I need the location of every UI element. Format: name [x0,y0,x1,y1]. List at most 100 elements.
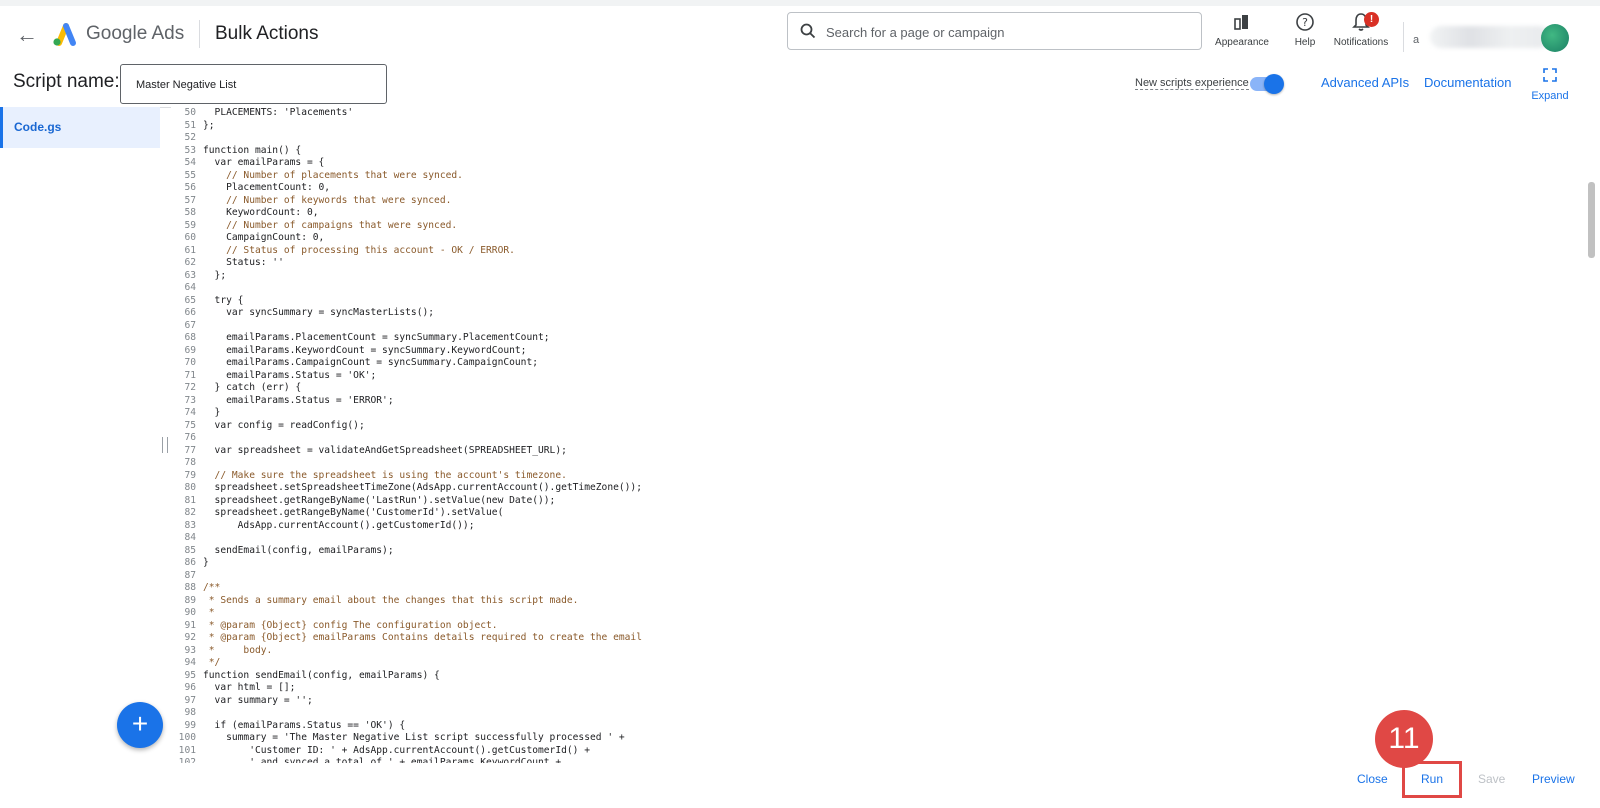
code-line: 71 emailParams.Status = 'OK'; [171,370,642,383]
line-number: 64 [184,282,196,293]
expand-button[interactable]: Expand [1524,68,1576,102]
line-text: emailParams.CampaignCount = syncSummary.… [203,357,539,368]
line-text: emailParams.Status = 'OK'; [203,369,377,381]
line-text: function main() { [203,144,302,156]
line-number: 61 [184,244,196,256]
appearance-button[interactable]: Appearance [1207,10,1277,48]
code-line: 78 [171,457,642,470]
expand-label: Expand [1531,90,1569,102]
save-button[interactable]: Save [1478,772,1505,786]
line-number: 82 [184,507,196,518]
line-text: if (emailParams.Status == 'OK') { [203,719,406,731]
editor-scrollbar[interactable] [1585,107,1600,763]
code-line: 95 function sendEmail(config, emailParams… [171,670,642,683]
new-scripts-experience-toggle[interactable] [1250,74,1284,94]
redacted-account-info [1430,26,1550,48]
line-number: 96 [184,682,196,693]
line-number: 70 [184,357,196,368]
code-lines: 50 PLACEMENTS: 'Placements' 51}; 52 53 funct… [171,107,642,763]
account-divider [1403,22,1404,52]
line-number: 89 [184,594,196,606]
line-text: 'Customer ID: ' + AdsApp.currentAccount(… [203,744,590,756]
code-line: 80 spreadsheet.setSpreadsheetTimeZone(Ad… [171,482,642,495]
line-number: 94 [184,657,196,668]
line-text: }; [203,119,215,131]
line-text: var emailParams = { [203,157,325,168]
script-name-field[interactable] [120,64,387,104]
google-ads-logo [53,23,76,46]
line-text: try { [203,294,244,306]
panel-resize-handle[interactable] [162,437,168,453]
file-tab-code-gs[interactable]: Code.gs [0,107,160,148]
scrollbar-thumb[interactable] [1588,182,1595,258]
line-text: sendEmail(config, emailParams); [203,544,394,556]
line-text: var html = []; [203,682,296,693]
file-tab-label: Code.gs [14,120,62,134]
code-line: 66 var syncSummary = syncMasterLists(); [171,307,642,320]
documentation-link[interactable]: Documentation [1424,75,1511,90]
code-line: 94 */ [171,657,642,670]
code-line: 88 /** [171,582,642,595]
line-number: 65 [184,294,196,306]
script-name-input[interactable] [134,75,378,95]
back-arrow-icon[interactable]: ← [14,22,40,48]
line-text: emailParams.PlacementCount = syncSummary… [203,332,550,343]
appearance-label: Appearance [1215,37,1269,48]
line-number: 95 [184,669,196,681]
notifications-button[interactable]: ! Notifications [1328,10,1394,48]
line-text: PlacementCount: 0, [203,182,331,193]
code-line: 67 [171,320,642,333]
line-number: 63 [184,269,196,281]
line-text: spreadsheet.setSpreadsheetTimeZone(AdsAp… [203,482,642,493]
line-number: 88 [184,582,196,593]
line-number: 100 [178,732,196,743]
line-number: 53 [184,144,196,156]
line-text: } [203,407,221,418]
code-line: 70 emailParams.CampaignCount = syncSumma… [171,357,642,370]
code-line: 91 * @param {Object} config The configur… [171,620,642,633]
code-line: 89 * Sends a summary email about the cha… [171,595,642,608]
help-icon: ? [1296,13,1314,31]
add-file-button[interactable]: + [117,702,163,748]
code-line: 64 [171,282,642,295]
line-number: 76 [184,432,196,443]
help-button[interactable]: ? Help [1285,10,1325,48]
line-text: * @param {Object} emailParams Contains d… [203,632,642,643]
line-number: 51 [184,119,196,131]
app-header: ← Google Ads Bulk Actions Appearance ? [0,6,1600,63]
code-line: 53 function main() { [171,145,642,158]
advanced-apis-link[interactable]: Advanced APIs [1321,75,1409,90]
search-input[interactable] [824,19,1198,45]
code-line: 74 } [171,407,642,420]
line-text: var config = readConfig(); [203,419,365,431]
line-text: var summary = ''; [203,694,313,706]
line-text: var syncSummary = syncMasterLists(); [203,307,435,318]
code-line: 76 [171,432,642,445]
line-number: 57 [184,194,196,206]
close-button[interactable]: Close [1357,772,1388,786]
notifications-label: Notifications [1333,37,1389,48]
line-text: emailParams.KeywordCount = syncSummary.K… [203,344,527,356]
line-text: }; [203,269,227,281]
appearance-icon [1234,15,1248,30]
preview-button[interactable]: Preview [1532,772,1575,786]
line-number: 84 [184,532,196,543]
search-box[interactable] [787,12,1202,50]
code-line: 98 [171,707,642,720]
code-line: 86} [171,557,642,570]
account-name[interactable]: a [1413,34,1419,46]
line-number: 81 [184,494,196,506]
code-editor[interactable]: 50 PLACEMENTS: 'Placements' 51}; 52 53 funct… [171,107,1585,763]
line-number: 59 [184,219,196,231]
line-number: 97 [184,694,196,706]
code-line: 93 * body. [171,645,642,658]
notification-badge: ! [1364,12,1379,27]
line-text: } [203,557,209,568]
code-line: 101 'Customer ID: ' + AdsApp.currentAcco… [171,745,642,758]
run-button[interactable]: Run [1421,772,1443,786]
avatar[interactable] [1541,24,1569,52]
line-text: spreadsheet.getRangeByName('LastRun').se… [203,494,556,506]
line-text: AdsApp.currentAccount().getCustomerId())… [203,519,475,531]
line-text: var spreadsheet = validateAndGetSpreadsh… [203,444,567,456]
line-text: * [203,607,215,618]
